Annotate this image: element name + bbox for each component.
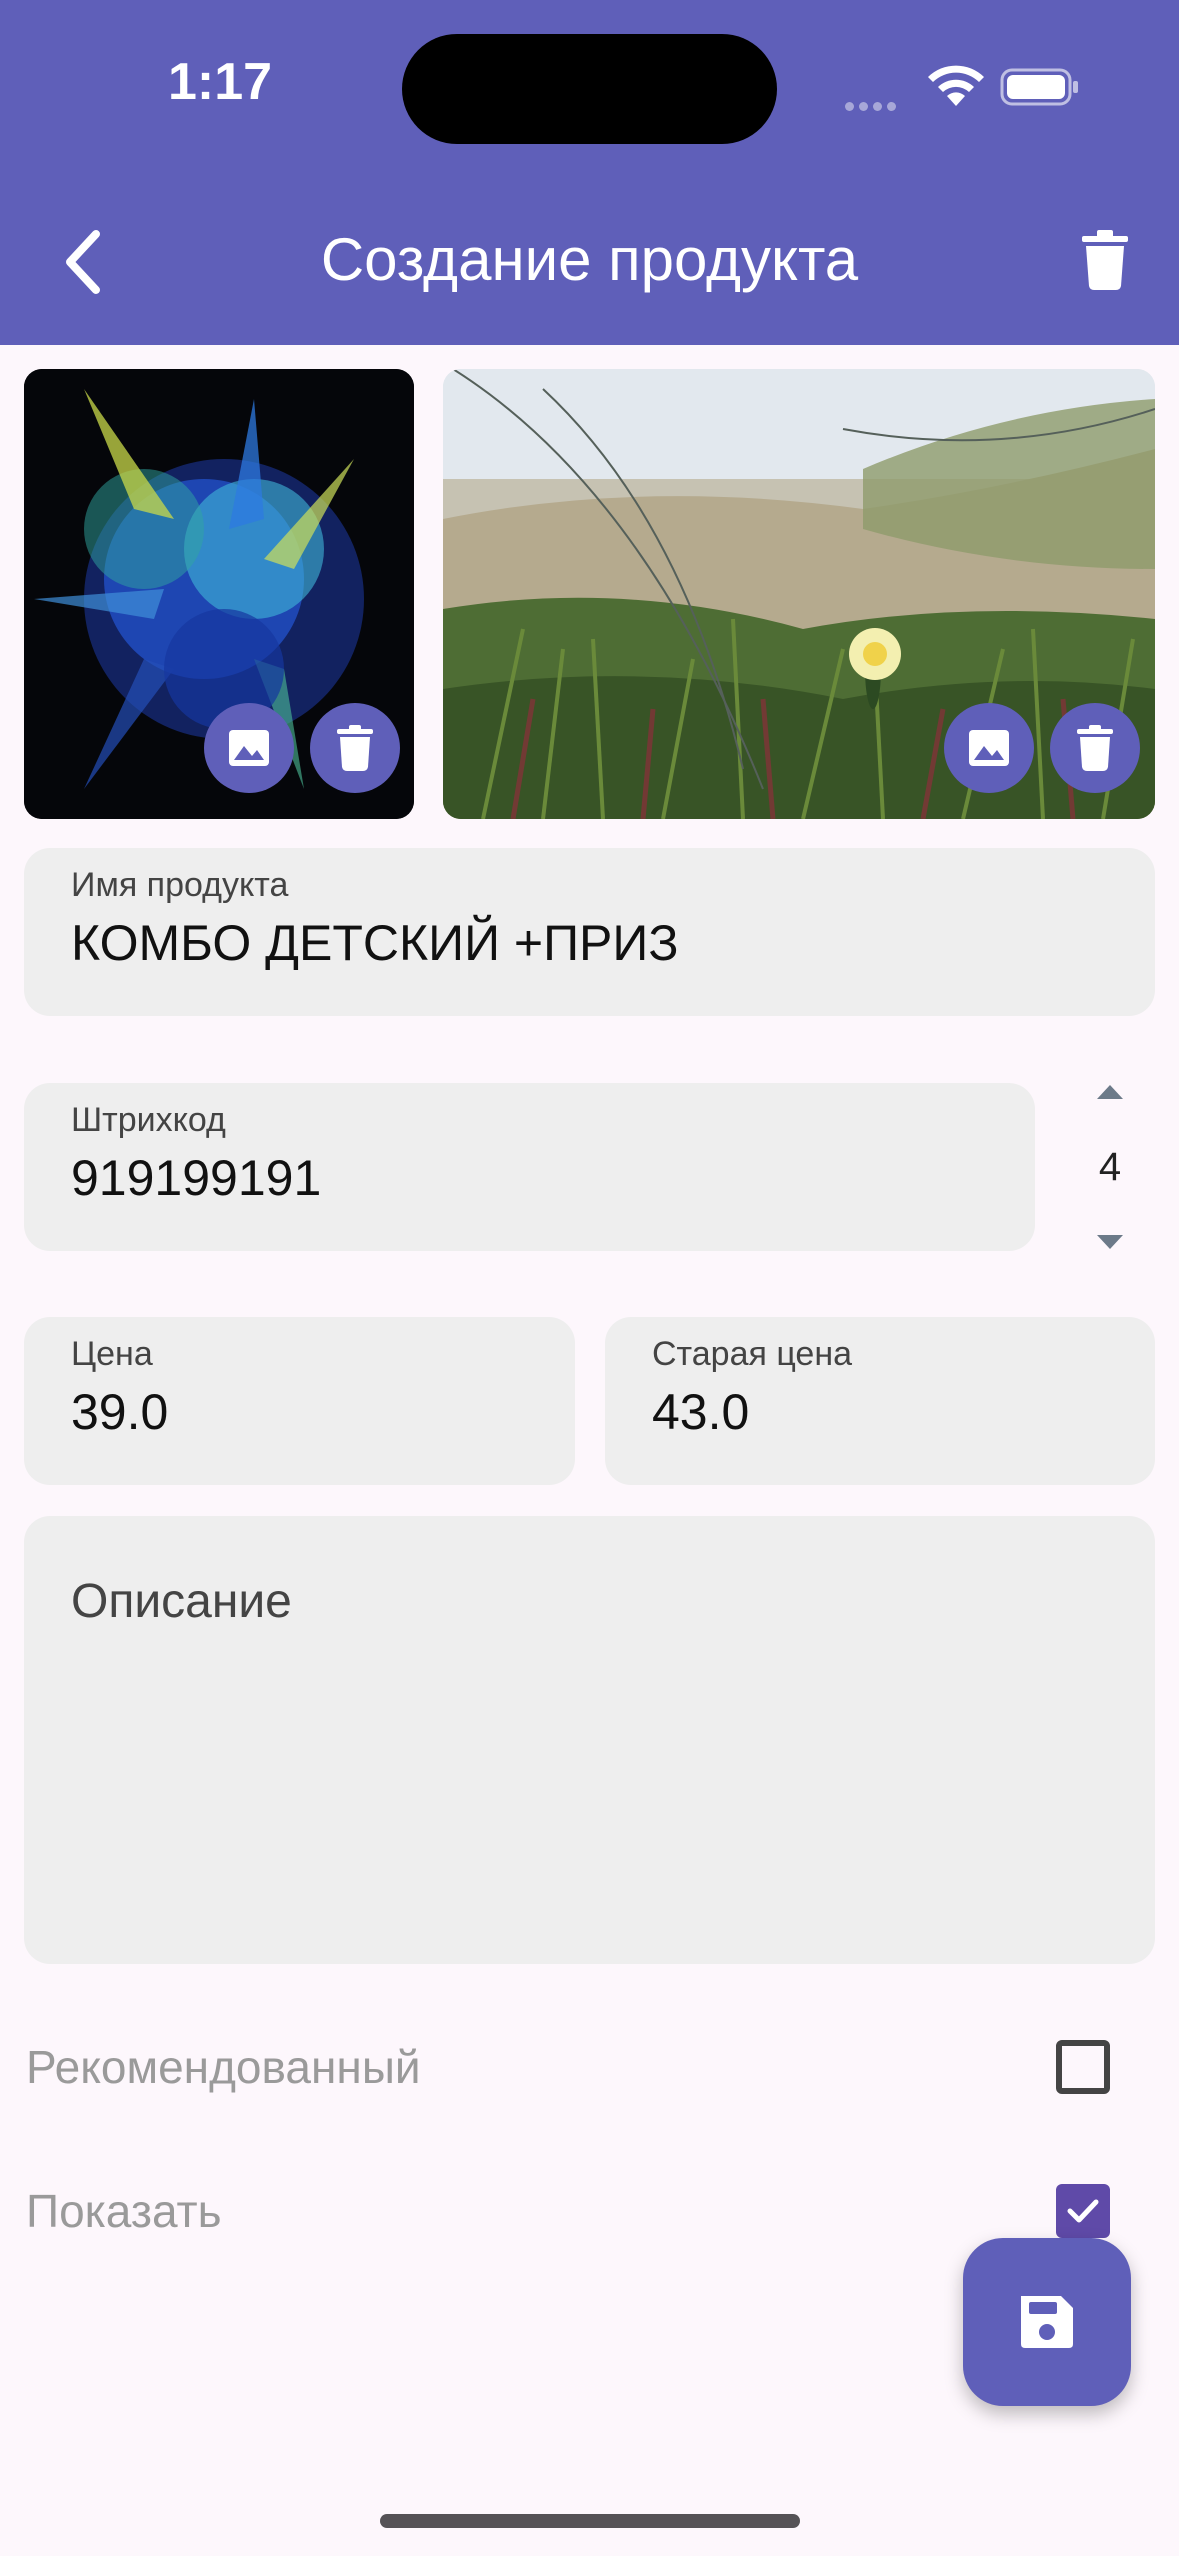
status-time: 1:17 (168, 53, 273, 111)
product-name-field[interactable]: Имя продукта КОМБО ДЕТСКИЙ +ПРИЗ (24, 848, 1155, 1016)
barcode-value: 919199191 (71, 1150, 322, 1206)
product-name-value: КОМБО ДЕТСКИЙ +ПРИЗ (71, 915, 679, 971)
recommended-checkbox[interactable] (1056, 2040, 1110, 2094)
trash-icon (337, 725, 373, 771)
stepper-value: 4 (1098, 1145, 1122, 1189)
product-name-label: Имя продукта (71, 866, 289, 904)
barcode-field[interactable]: Штрихкод 919199191 (24, 1083, 1035, 1251)
old-price-label: Старая цена (652, 1335, 853, 1373)
stepper-down-button[interactable] (1097, 1235, 1123, 1249)
status-icons (845, 62, 1085, 112)
page-title: Создание продукта (320, 226, 859, 293)
barcode-label: Штрихкод (71, 1101, 226, 1139)
stepper-up-button[interactable] (1097, 1085, 1123, 1099)
dynamic-island (402, 34, 777, 144)
wifi-icon (928, 65, 984, 106)
old-price-field[interactable]: Старая цена 43.0 (605, 1317, 1155, 1485)
delete-product-button[interactable] (1080, 230, 1130, 290)
home-indicator (380, 2514, 800, 2528)
show-checkbox[interactable] (1056, 2184, 1110, 2238)
change-photo-button[interactable] (944, 703, 1034, 793)
app-bar: 1:17 Создание продукта (0, 0, 1179, 345)
product-photo-1[interactable] (24, 369, 414, 819)
trash-icon (1077, 725, 1113, 771)
flower-dunes-image (443, 369, 1155, 819)
show-label: Показать (26, 2185, 222, 2237)
image-icon (229, 730, 269, 766)
save-icon (1021, 2296, 1073, 2348)
quantity-stepper[interactable]: 4 (1080, 1075, 1140, 1255)
image-icon (969, 730, 1009, 766)
delete-photo-button[interactable] (310, 703, 400, 793)
product-photo-2[interactable] (443, 369, 1155, 819)
save-button[interactable] (963, 2238, 1131, 2406)
recommended-label: Рекомендованный (26, 2041, 421, 2093)
price-field[interactable]: Цена 39.0 (24, 1317, 575, 1485)
old-price-value: 43.0 (652, 1384, 750, 1440)
battery-icon (1000, 68, 1078, 106)
change-photo-button[interactable] (204, 703, 294, 793)
check-icon (1067, 2199, 1099, 2223)
signal-icon (845, 98, 901, 116)
delete-photo-button[interactable] (1050, 703, 1140, 793)
price-label: Цена (71, 1335, 153, 1373)
price-value: 39.0 (71, 1384, 169, 1440)
description-field[interactable]: Описание (24, 1516, 1155, 1964)
description-placeholder: Описание (71, 1575, 292, 1628)
